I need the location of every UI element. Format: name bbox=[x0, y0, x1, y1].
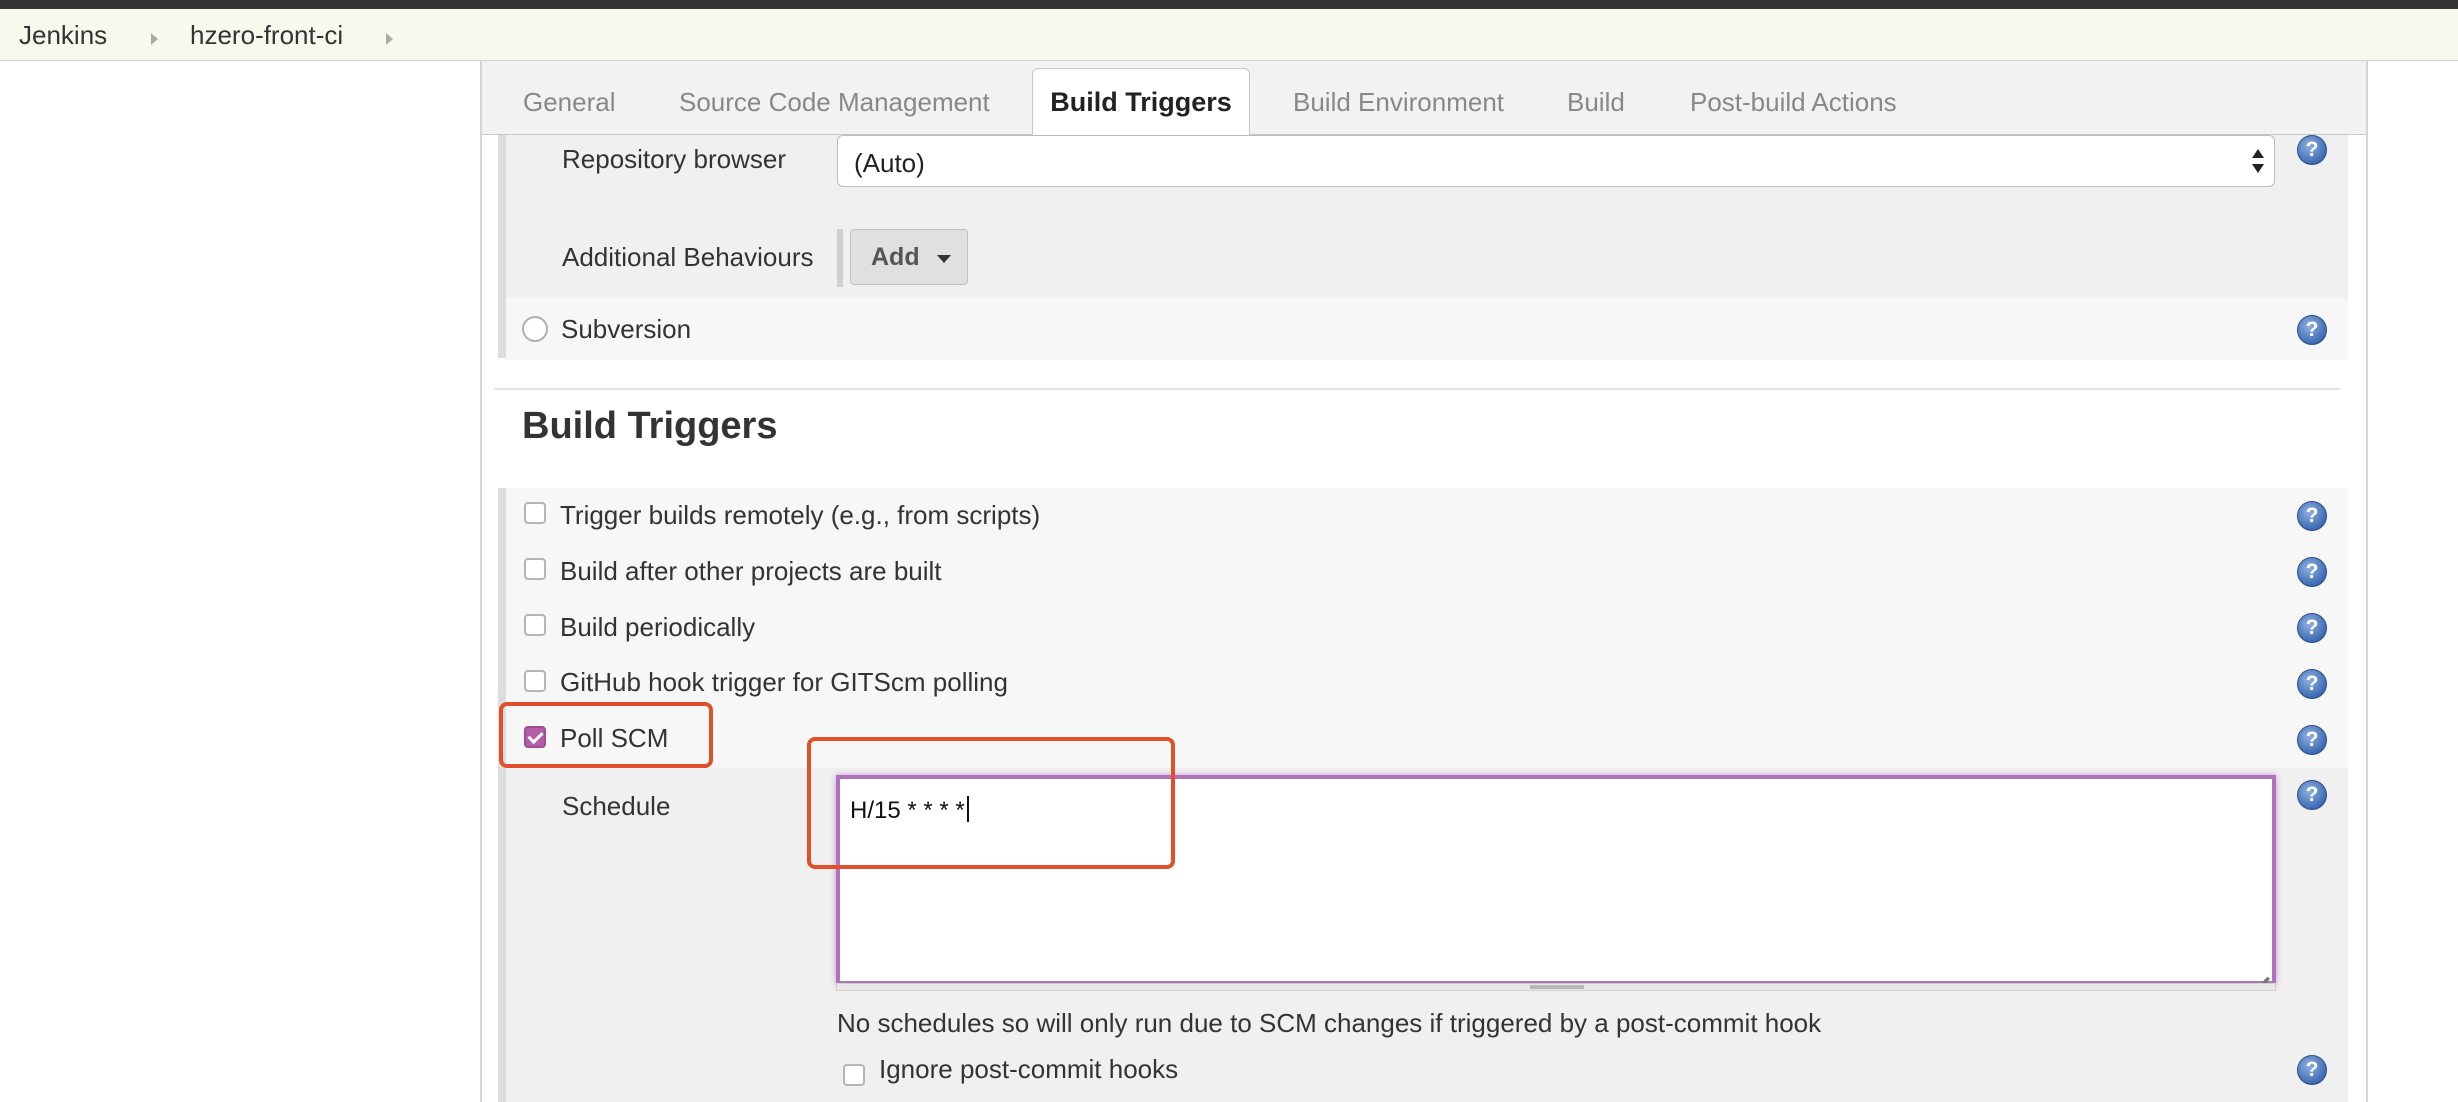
help-icon[interactable]: ? bbox=[2297, 613, 2327, 643]
breadcrumb-jenkins[interactable]: Jenkins bbox=[19, 20, 107, 51]
triggers-rail bbox=[498, 488, 506, 1102]
help-icon[interactable]: ? bbox=[2297, 669, 2327, 699]
build-periodically-checkbox[interactable] bbox=[524, 614, 546, 636]
schedule-label: Schedule bbox=[562, 791, 671, 821]
additional-behaviours-label: Additional Behaviours bbox=[562, 242, 814, 272]
help-icon[interactable]: ? bbox=[2297, 1055, 2327, 1085]
tab-build-environment[interactable]: Build Environment bbox=[1293, 87, 1504, 118]
help-icon[interactable]: ? bbox=[2297, 501, 2327, 531]
subversion-radio[interactable] bbox=[522, 316, 548, 342]
github-hook-trigger-label: GitHub hook trigger for GITScm polling bbox=[560, 667, 1008, 697]
trigger-remotely-checkbox[interactable] bbox=[524, 502, 546, 524]
trigger-remotely-label: Trigger builds remotely (e.g., from scri… bbox=[560, 500, 1041, 530]
tab-bar: General Source Code Management Build Env… bbox=[482, 61, 2366, 135]
repository-browser-select[interactable]: (Auto) bbox=[837, 135, 2275, 187]
tab-build[interactable]: Build bbox=[1567, 87, 1625, 118]
top-bar bbox=[0, 0, 2458, 9]
tab-general[interactable]: General bbox=[523, 87, 616, 118]
add-behaviour-button[interactable]: Add bbox=[850, 229, 968, 285]
build-after-other-projects-label: Build after other projects are built bbox=[560, 556, 942, 586]
tab-build-triggers[interactable]: Build Triggers bbox=[1032, 68, 1250, 135]
add-rail bbox=[837, 229, 843, 287]
schedule-note: No schedules so will only run due to SCM… bbox=[837, 1008, 1822, 1038]
poll-scm-highlight bbox=[499, 702, 713, 768]
subversion-row bbox=[505, 298, 2348, 360]
tab-source-code-management[interactable]: Source Code Management bbox=[679, 87, 990, 118]
ignore-post-commit-hooks-checkbox[interactable] bbox=[843, 1064, 865, 1086]
breadcrumb-arrow-icon[interactable] bbox=[386, 33, 393, 45]
help-icon[interactable]: ? bbox=[2297, 315, 2327, 345]
repository-browser-label: Repository browser bbox=[562, 144, 786, 174]
section-divider bbox=[494, 388, 2340, 390]
ignore-post-commit-hooks-label: Ignore post-commit hooks bbox=[879, 1054, 1179, 1084]
section-rail bbox=[498, 135, 506, 358]
caret-down-icon bbox=[937, 255, 951, 263]
build-triggers-title: Build Triggers bbox=[522, 405, 778, 447]
breadcrumb-arrow-icon[interactable] bbox=[151, 33, 158, 45]
select-arrows-icon bbox=[2252, 147, 2264, 175]
schedule-highlight bbox=[807, 737, 1175, 869]
resize-grip-icon[interactable] bbox=[2255, 964, 2269, 978]
drag-handle-icon[interactable] bbox=[1530, 985, 1584, 989]
help-icon[interactable]: ? bbox=[2297, 557, 2327, 587]
help-icon[interactable]: ? bbox=[2297, 725, 2327, 755]
github-hook-trigger-checkbox[interactable] bbox=[524, 670, 546, 692]
breadcrumb-job[interactable]: hzero-front-ci bbox=[190, 20, 343, 51]
subversion-label: Subversion bbox=[561, 314, 692, 344]
build-periodically-label: Build periodically bbox=[560, 612, 756, 642]
tab-post-build-actions[interactable]: Post-build Actions bbox=[1690, 87, 1897, 118]
help-icon[interactable]: ? bbox=[2297, 135, 2327, 165]
breadcrumb: Jenkins hzero-front-ci bbox=[0, 9, 2458, 61]
help-icon[interactable]: ? bbox=[2297, 780, 2327, 810]
build-after-other-projects-checkbox[interactable] bbox=[524, 558, 546, 580]
